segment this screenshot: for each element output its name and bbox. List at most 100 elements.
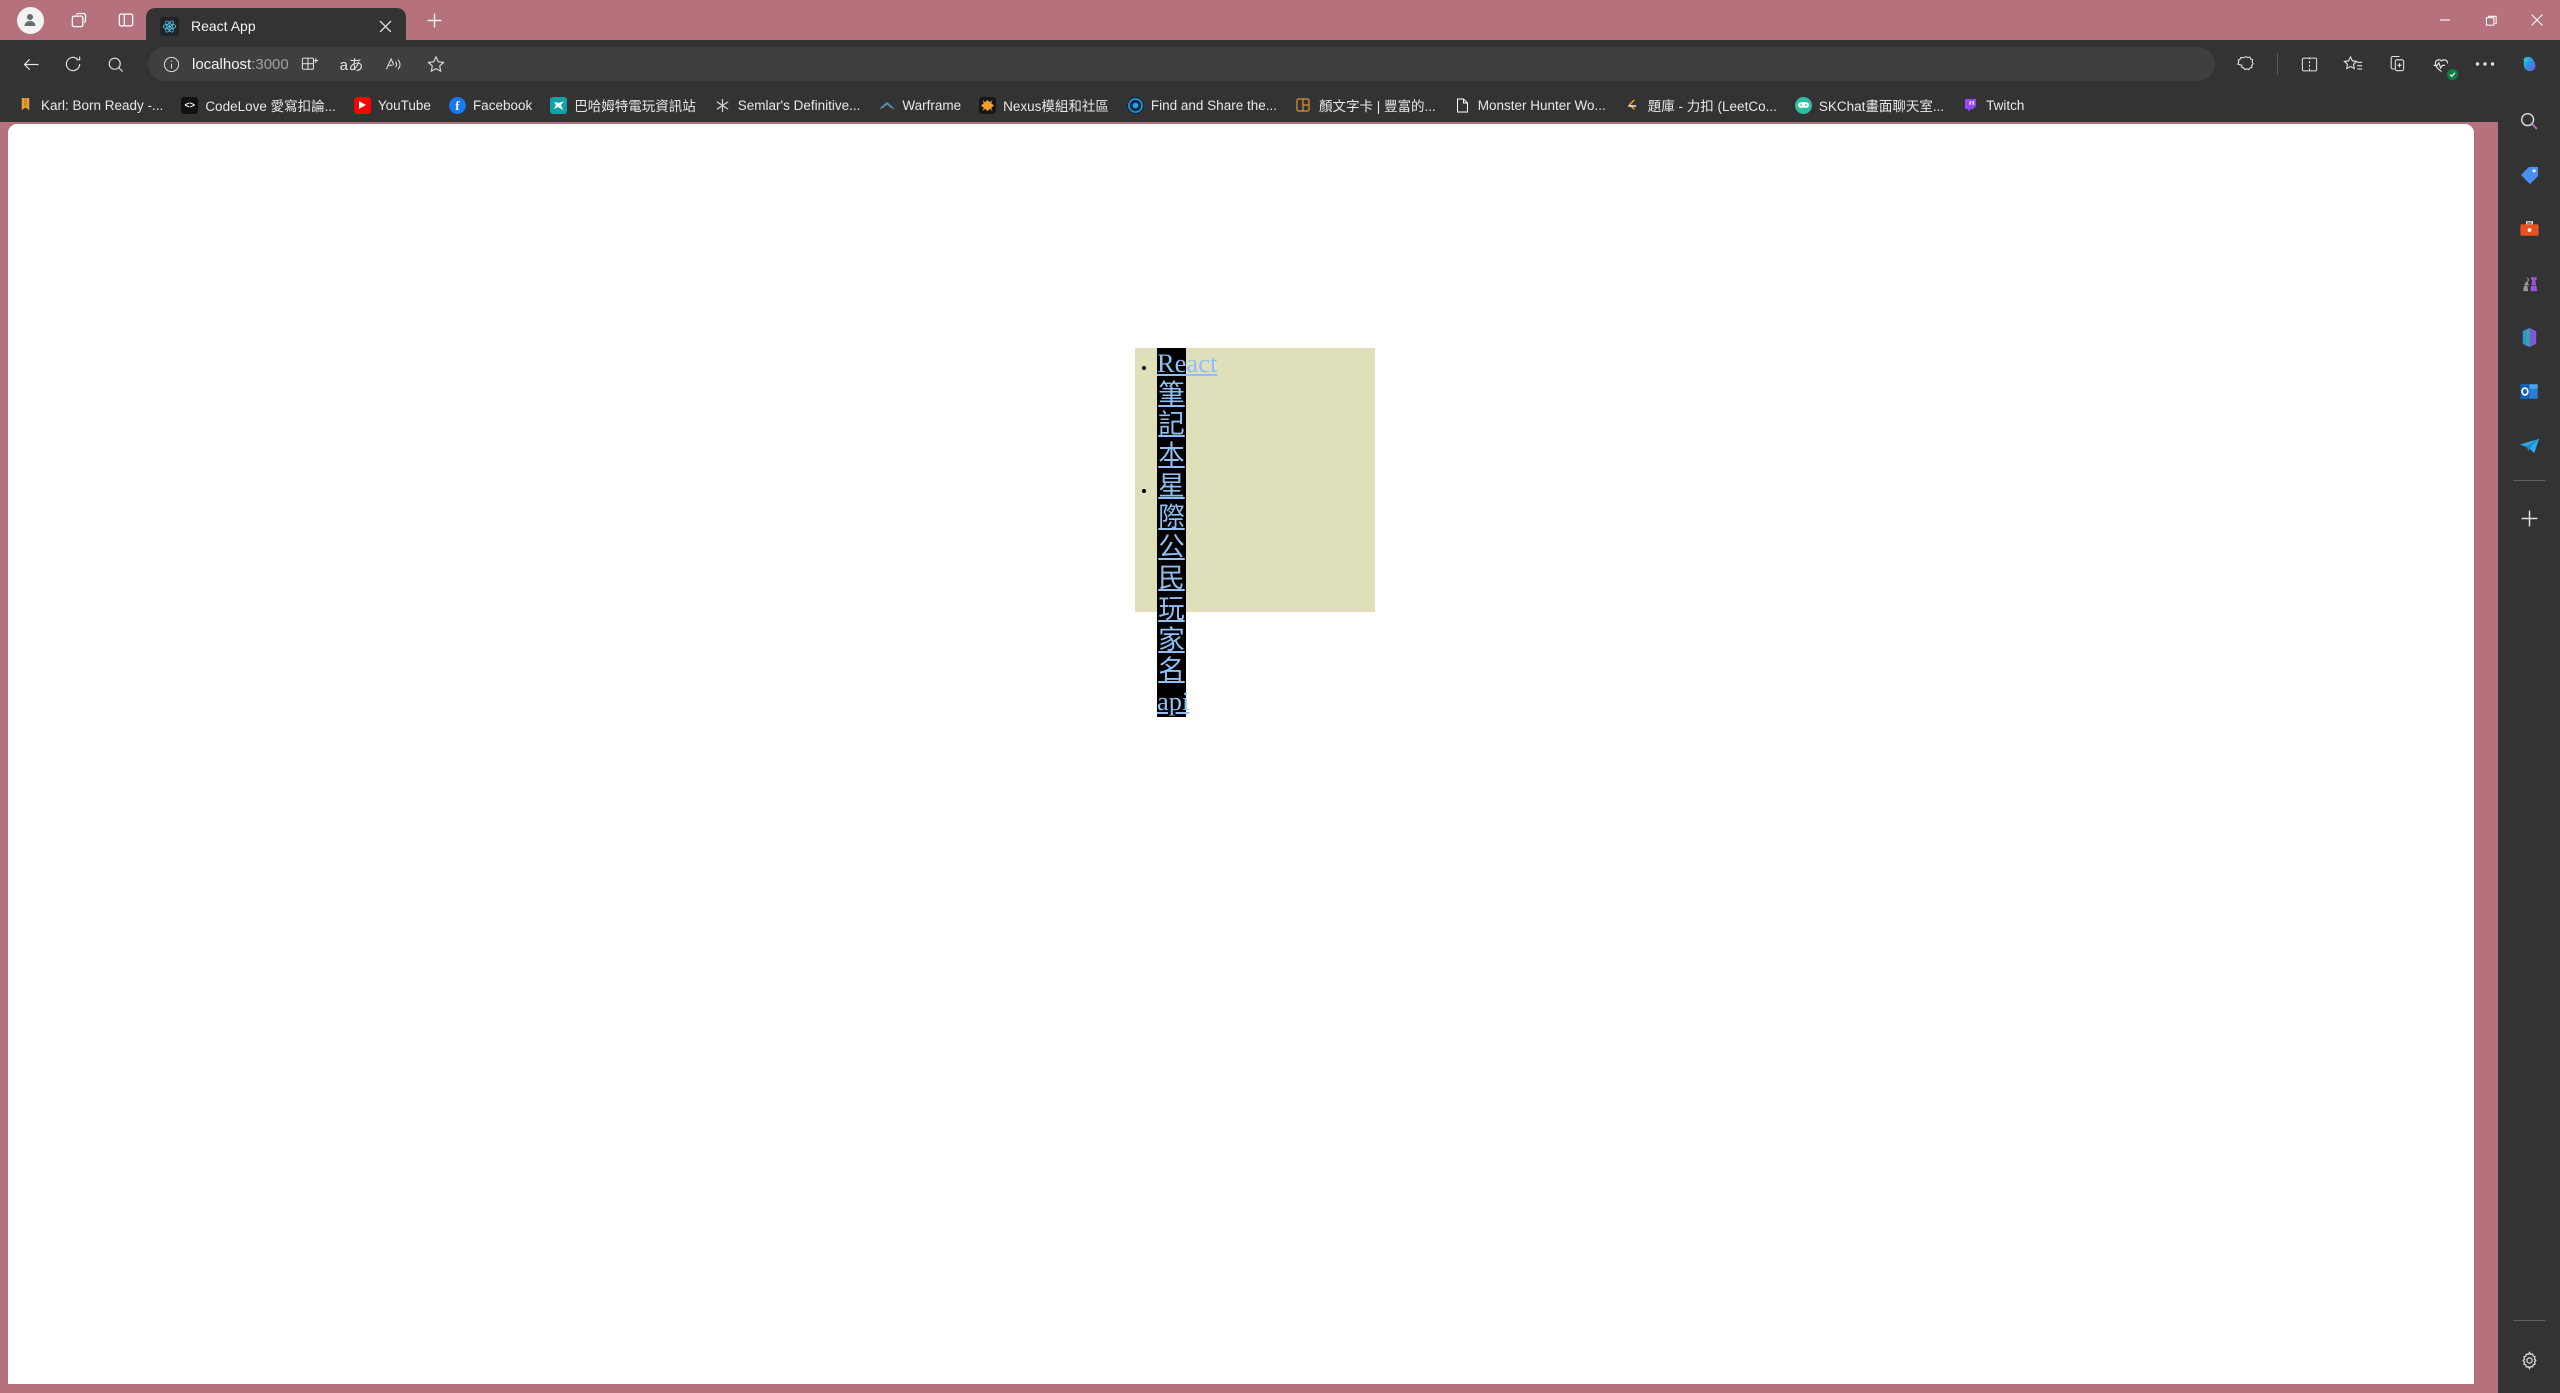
extensions-icon[interactable] xyxy=(2225,43,2267,85)
tab-title: React App xyxy=(191,18,256,34)
more-options-icon[interactable] xyxy=(2464,43,2506,85)
translate-label: aあ xyxy=(339,56,364,74)
kaomoji-icon xyxy=(1295,97,1312,114)
address-bar[interactable]: localhost:3000 aあ xyxy=(148,47,2215,81)
sidebar-bottom xyxy=(2508,1306,2550,1393)
page-viewport: React筆記本 星際公民玩家名api xyxy=(8,124,2474,1384)
bookmark-label: Karl: Born Ready -... xyxy=(41,97,164,113)
split-screen-add-icon[interactable] xyxy=(289,43,331,85)
target-icon xyxy=(1126,96,1144,114)
url-port: :3000 xyxy=(251,55,289,73)
edge-sidebar xyxy=(2498,88,2560,1393)
bookmark-item[interactable]: 巴哈姆特電玩資訊站 xyxy=(541,91,705,119)
bookmark-icon xyxy=(17,97,34,114)
titlebar-left-controls xyxy=(0,0,146,40)
bookmark-item[interactable]: <> CodeLove 愛寫扣論... xyxy=(172,91,345,119)
bookmark-label: CodeLove 愛寫扣論... xyxy=(205,99,336,114)
essentials-status-badge xyxy=(2447,69,2458,80)
bookmark-item[interactable]: Nexus模組和社區 xyxy=(970,91,1118,119)
url-text: localhost:3000 xyxy=(186,56,289,73)
list-item: 星際公民玩家名api xyxy=(1157,470,1189,717)
warframe-icon xyxy=(878,97,895,114)
back-button[interactable] xyxy=(10,43,52,85)
translate-icon[interactable]: aあ xyxy=(331,43,373,85)
close-icon[interactable] xyxy=(372,13,398,39)
browser-essentials-icon[interactable] xyxy=(2420,43,2462,85)
sidebar-shopping-tag-icon[interactable] xyxy=(2508,154,2550,196)
window-controls xyxy=(2422,0,2560,40)
bookmark-item[interactable]: Monster Hunter Wo... xyxy=(1445,91,1615,119)
nexusmods-icon xyxy=(979,96,997,114)
tab-search-icon[interactable] xyxy=(58,0,98,40)
url-host: localhost xyxy=(192,55,252,73)
sidebar-tools-icon[interactable] xyxy=(2508,208,2550,250)
bookmark-item[interactable]: SKChat畫面聊天室... xyxy=(1786,91,1953,119)
bookmark-item[interactable]: 顏文字卡 | 豐富的... xyxy=(1286,91,1445,119)
link-react-notebook[interactable]: React筆記本 xyxy=(1157,348,1217,471)
bookmark-label: 巴哈姆特電玩資訊站 xyxy=(574,99,696,114)
bookmark-label: 顏文字卡 | 豐富的... xyxy=(1318,99,1436,114)
restore-window-button[interactable] xyxy=(2468,0,2514,40)
gamepad-icon xyxy=(1794,96,1812,114)
collections-icon[interactable] xyxy=(2332,43,2374,85)
bookmark-item[interactable]: YouTube xyxy=(345,91,440,119)
close-window-button[interactable] xyxy=(2514,0,2560,40)
copilot-icon[interactable] xyxy=(2508,43,2550,85)
sidebar-search-icon[interactable] xyxy=(2508,100,2550,142)
new-tab-button[interactable] xyxy=(415,1,453,39)
bookmark-label: Find and Share the... xyxy=(1150,97,1277,113)
refresh-button[interactable] xyxy=(52,43,94,85)
toolbar-right-actions xyxy=(2225,43,2550,85)
sidebar-bottom-divider xyxy=(2513,1320,2545,1321)
tab-strip: React App xyxy=(146,0,453,44)
bookmark-label: Twitch xyxy=(1986,97,2025,113)
bookmark-item[interactable]: 題庫 - 力扣 (LeetCo... xyxy=(1615,91,1786,119)
web-page-content: React筆記本 星際公民玩家名api xyxy=(8,124,2474,1384)
react-logo-icon xyxy=(160,16,179,36)
link-star-citizen-player-api[interactable]: 星際公民玩家名api xyxy=(1157,470,1189,717)
sidebar-add-button[interactable] xyxy=(2508,497,2550,539)
profile-avatar[interactable] xyxy=(10,0,50,40)
sidebar-divider xyxy=(2513,480,2545,481)
youtube-icon xyxy=(353,96,371,114)
facebook-icon: f xyxy=(448,96,466,114)
bookmark-item[interactable]: Karl: Born Ready -... xyxy=(8,91,172,119)
bookmark-item[interactable]: Semlar's Definitive... xyxy=(705,91,870,119)
sidebar-games-icon[interactable] xyxy=(2508,262,2550,304)
bookmark-label: Monster Hunter Wo... xyxy=(1477,97,1606,113)
bookmark-item[interactable]: Twitch xyxy=(1953,91,2033,119)
sidebar-telegram-icon[interactable] xyxy=(2508,424,2550,466)
sidebar-microsoft365-icon[interactable] xyxy=(2508,316,2550,358)
bookmark-label: Semlar's Definitive... xyxy=(737,97,861,113)
toolbar-divider xyxy=(2277,53,2278,75)
read-aloud-icon[interactable] xyxy=(373,43,415,85)
link-list: React筆記本 星際公民玩家名api xyxy=(1117,348,1217,717)
split-screen-icon[interactable] xyxy=(2288,43,2330,85)
bookmark-label: YouTube xyxy=(377,97,431,113)
bookmark-item[interactable]: f Facebook xyxy=(440,91,541,119)
minimize-window-button[interactable] xyxy=(2422,0,2468,40)
browser-toolbar: localhost:3000 aあ xyxy=(0,40,2560,88)
split-pane-icon[interactable] xyxy=(106,0,146,40)
avatar xyxy=(16,6,44,34)
bookmark-label: SKChat畫面聊天室... xyxy=(1818,99,1945,114)
add-page-icon[interactable] xyxy=(2376,43,2418,85)
bookmark-label: 題庫 - 力扣 (LeetCo... xyxy=(1647,99,1777,114)
title-bar: React App xyxy=(0,0,2560,44)
favorite-star-icon[interactable] xyxy=(415,43,457,85)
search-button[interactable] xyxy=(94,43,136,85)
bookmark-item[interactable]: Warframe xyxy=(869,91,970,119)
omnibox-actions: aあ xyxy=(289,43,457,85)
bookmark-item[interactable]: Find and Share the... xyxy=(1118,91,1286,119)
sidebar-settings-gear-icon[interactable] xyxy=(2508,1339,2550,1381)
bookmark-label: Facebook xyxy=(472,97,533,113)
bookmark-label: Warframe xyxy=(902,97,962,113)
warframe-star-icon xyxy=(714,97,731,114)
bahamut-icon xyxy=(550,96,568,114)
code-icon: <> xyxy=(181,96,199,114)
sidebar-outlook-icon[interactable] xyxy=(2508,370,2550,412)
site-info-icon[interactable] xyxy=(156,49,186,79)
tab-react-app[interactable]: React App xyxy=(146,8,406,44)
bookmark-label: Nexus模組和社區 xyxy=(1003,99,1109,114)
leetcode-icon xyxy=(1624,97,1641,114)
